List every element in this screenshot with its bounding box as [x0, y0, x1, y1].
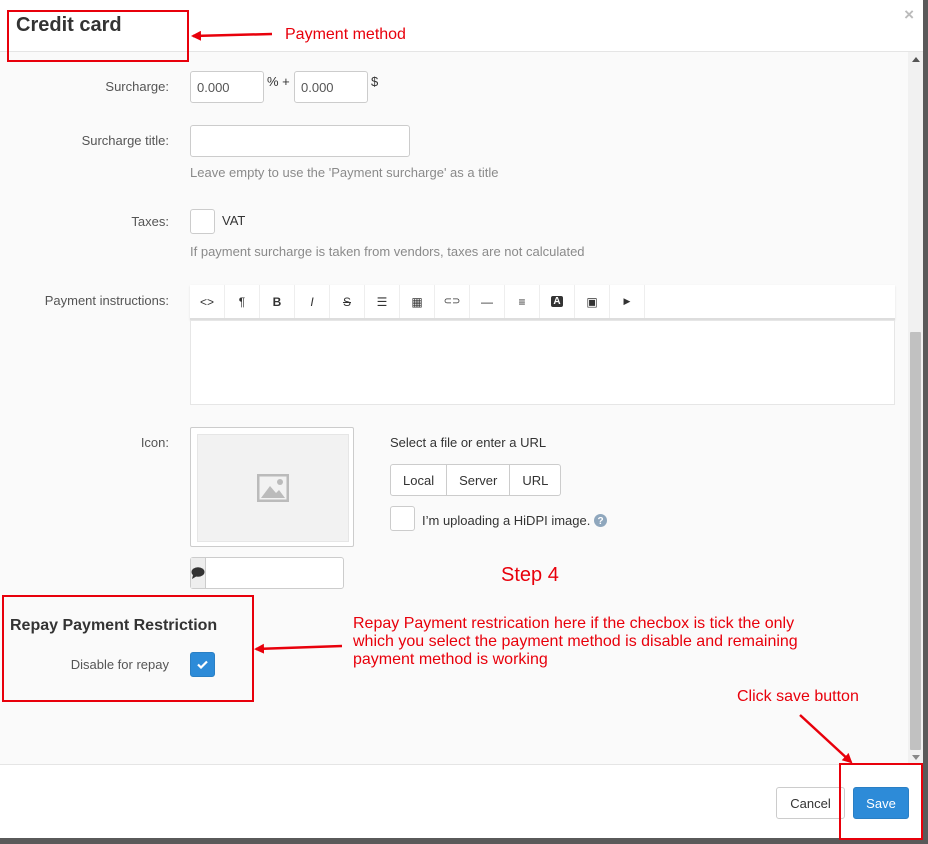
paragraph-icon[interactable]: ¶ — [225, 285, 260, 318]
italic-icon[interactable]: I — [295, 285, 330, 318]
image-placeholder-icon — [257, 474, 289, 502]
scrollbar[interactable] — [908, 52, 923, 764]
scroll-up-icon[interactable] — [912, 57, 920, 62]
icon-preview — [190, 427, 354, 547]
surcharge-title-label: Surcharge title: — [81, 133, 169, 148]
font-color-icon[interactable]: A — [540, 285, 575, 318]
payment-method-highlight — [7, 10, 189, 62]
list-icon[interactable]: ☰ — [365, 285, 400, 318]
repay-note-line-1: Repay Payment restrication here if the c… — [353, 615, 795, 632]
video-icon[interactable]: ▶ — [610, 285, 645, 318]
payment-method-modal: Credit card × Surcharge: % + $ Surcharge… — [0, 0, 923, 838]
repay-note-line-3: payment method is working — [353, 651, 548, 668]
taxes-hint: If payment surcharge is taken from vendo… — [190, 244, 585, 259]
surcharge-title-hint: Leave empty to use the 'Payment surcharg… — [190, 165, 499, 180]
comment-icon — [191, 558, 206, 588]
icon-label: Icon: — [140, 435, 169, 450]
payment-instructions-label: Payment instructions: — [44, 293, 169, 308]
surcharge-percent-unit: % + — [267, 74, 290, 89]
modal-footer: Cancel Save — [0, 764, 923, 838]
icon-alt-input[interactable] — [206, 558, 395, 588]
scroll-down-icon[interactable] — [912, 755, 920, 760]
step-annotation: Step 4 — [501, 564, 559, 586]
save-annotation: Click save button — [737, 688, 859, 705]
scroll-thumb[interactable] — [910, 332, 921, 750]
table-icon[interactable]: ▦ — [400, 285, 435, 318]
help-icon[interactable]: ? — [594, 514, 607, 527]
editor-toolbar: <> ¶ B I S ☰ ▦ ⊂⊃ — ≡ A ▣ ▶ — [190, 285, 895, 320]
file-source-buttons: Local Server URL — [390, 464, 562, 496]
code-view-icon[interactable]: <> — [190, 285, 225, 318]
hidpi-label: I’m uploading a HiDPI image. — [422, 513, 591, 528]
surcharge-label: Surcharge: — [105, 79, 169, 94]
save-button-highlight — [839, 763, 923, 840]
horizontal-rule-icon[interactable]: — — [470, 285, 505, 318]
link-icon[interactable]: ⊂⊃ — [435, 285, 470, 318]
surcharge-title-input[interactable] — [190, 125, 410, 157]
cancel-button[interactable]: Cancel — [776, 787, 845, 819]
select-file-text: Select a file or enter a URL — [390, 435, 547, 450]
close-icon[interactable]: × — [904, 5, 914, 25]
font-color-glyph: A — [551, 296, 563, 307]
bold-icon[interactable]: B — [260, 285, 295, 318]
repay-note-line-2: which you select the payment method is d… — [353, 633, 798, 650]
icon-alt-input-group — [190, 557, 395, 589]
surcharge-currency: $ — [371, 74, 379, 89]
surcharge-absolute-input[interactable] — [294, 71, 368, 103]
payment-instructions-editor[interactable] — [190, 320, 895, 405]
vat-checkbox[interactable] — [190, 209, 215, 234]
taxes-label: Taxes: — [131, 214, 169, 229]
image-icon[interactable]: ▣ — [575, 285, 610, 318]
svg-text:?: ? — [597, 516, 603, 527]
hidpi-checkbox[interactable] — [390, 506, 415, 531]
surcharge-percent-input[interactable] — [190, 71, 264, 103]
url-button[interactable]: URL — [510, 464, 562, 496]
payment-method-annotation: Payment method — [285, 26, 406, 43]
align-icon[interactable]: ≡ — [505, 285, 540, 318]
image-placeholder — [197, 434, 349, 542]
strikethrough-icon[interactable]: S — [330, 285, 365, 318]
server-button[interactable]: Server — [447, 464, 511, 496]
repay-section-highlight — [2, 595, 254, 702]
vat-label: VAT — [222, 213, 246, 228]
local-button[interactable]: Local — [390, 464, 448, 496]
